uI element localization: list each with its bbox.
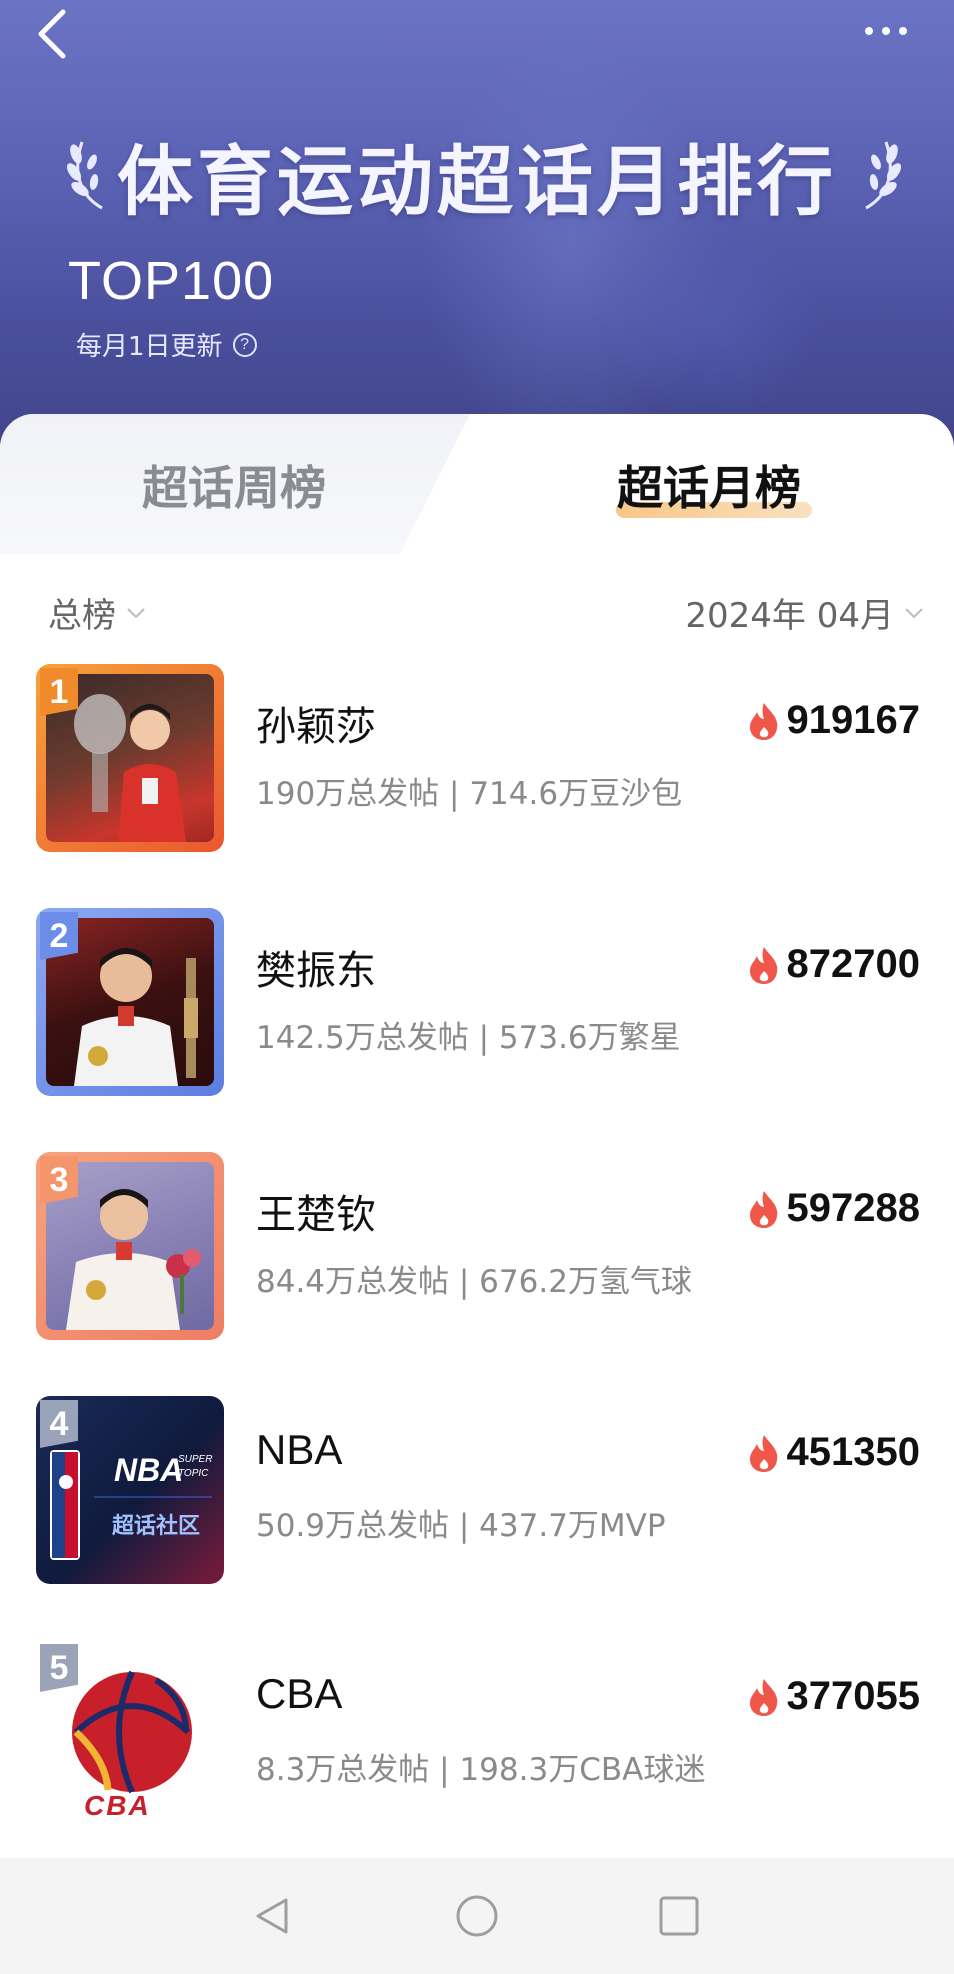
item-name: 孙颖莎 xyxy=(256,704,376,750)
period-label: 2024年 04月 xyxy=(685,596,894,636)
rank-item[interactable]: 3 王楚钦 84.4万总发帖 | 676.2万氢气球 597288 xyxy=(0,1152,954,1342)
heat-value: 919167 xyxy=(786,698,920,742)
heat-value: 451350 xyxy=(786,1430,920,1474)
banner-decoration xyxy=(600,220,820,420)
page-title: 体育运动超话月排行 xyxy=(117,137,837,226)
heat-value: 872700 xyxy=(786,942,920,986)
cba-logo-text: CBA xyxy=(84,1790,151,1821)
nba-topic-text: TOPIC xyxy=(178,1468,209,1479)
item-thumbnail: 1 xyxy=(36,664,224,852)
item-stats: 8.3万总发帖 | 198.3万CBA球迷 xyxy=(256,1752,706,1788)
item-thumbnail: 2 xyxy=(36,908,224,1096)
nav-home-button[interactable] xyxy=(447,1886,507,1946)
period-dropdown[interactable]: 2024年 04月 xyxy=(685,588,924,637)
rank-item[interactable]: 2 樊振东 142.5万总发帖 | 573.6万繁星 872700 xyxy=(0,908,954,1098)
rank-item[interactable]: CBA 5 CBA 8.3万总发帖 | 198.3万CBA球迷 377055 xyxy=(0,1640,954,1830)
circle-home-icon xyxy=(456,1895,498,1937)
item-stats: 50.9万总发帖 | 437.7万MVP xyxy=(256,1508,666,1544)
rank-item[interactable]: 1 孙颖莎 190万总发帖 | 714.6万豆沙包 919167 xyxy=(0,664,954,854)
more-dots-icon xyxy=(899,27,907,35)
nba-super-text: SUPER xyxy=(178,1454,213,1465)
more-button[interactable] xyxy=(846,6,926,56)
laurel-icon xyxy=(865,141,902,210)
heat-value: 597288 xyxy=(786,1186,920,1230)
tab-monthly[interactable]: 超话月榜 xyxy=(617,452,801,518)
top100-label: TOP100 xyxy=(68,251,275,311)
item-thumbnail: NBA SUPER TOPIC 超话社区 4 xyxy=(36,1396,224,1584)
item-name: 王楚钦 xyxy=(256,1192,376,1238)
item-thumbnail: 3 xyxy=(36,1152,224,1340)
heat-score: 597288 xyxy=(747,1186,920,1231)
item-stats: 190万总发帖 | 714.6万豆沙包 xyxy=(256,776,683,812)
flame-icon xyxy=(749,1678,777,1716)
category-dropdown[interactable]: 总榜 xyxy=(48,588,146,637)
heat-score: 451350 xyxy=(747,1430,920,1475)
item-thumbnail: CBA 5 xyxy=(36,1640,224,1828)
flame-icon xyxy=(749,702,777,740)
rank-item[interactable]: NBA SUPER TOPIC 超话社区 4 NBA 50.9万总发帖 | 43… xyxy=(0,1396,954,1586)
update-note-text: 每月1日更新 xyxy=(76,332,223,362)
flame-icon xyxy=(749,1190,777,1228)
rank-badge: 4 xyxy=(40,1400,78,1448)
rank-badge: 1 xyxy=(40,668,78,716)
heat-score: 872700 xyxy=(747,942,920,987)
square-recent-icon xyxy=(659,1896,699,1936)
rank-badge: 2 xyxy=(40,912,78,960)
item-name: NBA xyxy=(256,1426,343,1473)
chevron-down-icon xyxy=(127,607,145,618)
back-button[interactable] xyxy=(22,4,82,64)
heat-value: 377055 xyxy=(786,1674,920,1718)
help-icon[interactable]: ? xyxy=(232,332,257,357)
chevron-down-icon xyxy=(905,607,923,618)
chevron-left-icon xyxy=(38,9,66,59)
item-name: 樊振东 xyxy=(256,948,376,994)
system-nav-bar xyxy=(0,1858,954,1974)
more-dots-icon xyxy=(865,27,873,35)
nba-community-text: 超话社区 xyxy=(112,1514,201,1539)
nba-logo-text: NBA xyxy=(114,1452,184,1488)
heat-score: 377055 xyxy=(747,1674,920,1719)
flame-icon xyxy=(749,946,777,984)
category-label: 总榜 xyxy=(48,596,116,636)
heat-score: 919167 xyxy=(747,698,920,743)
more-dots-icon xyxy=(882,27,890,35)
item-stats: 142.5万总发帖 | 573.6万繁星 xyxy=(256,1020,681,1056)
nav-back-button[interactable] xyxy=(242,1886,302,1946)
tab-bar: 超话周榜 超话月榜 xyxy=(0,414,954,574)
flame-icon xyxy=(749,1434,777,1472)
update-note: 每月1日更新 ? xyxy=(76,326,257,363)
item-stats: 84.4万总发帖 | 676.2万氢气球 xyxy=(256,1264,692,1300)
rank-badge: 5 xyxy=(40,1644,78,1692)
rank-badge: 3 xyxy=(40,1156,78,1204)
tab-weekly[interactable]: 超话周榜 xyxy=(142,452,326,518)
nav-recent-button[interactable] xyxy=(649,1886,709,1946)
header-banner: 体育运动超话月排行 TOP100 每月1日更新 ? xyxy=(0,0,954,470)
triangle-back-icon xyxy=(256,1898,288,1934)
item-name: CBA xyxy=(256,1670,343,1717)
